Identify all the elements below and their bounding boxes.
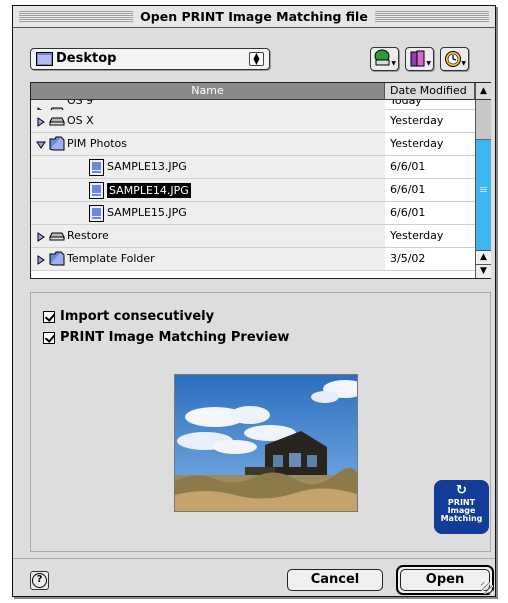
column-header-date[interactable]: Date Modified — [385, 83, 475, 100]
folder-icon — [49, 251, 65, 269]
file-row[interactable]: SAMPLE15.JPG 6/6/01 — [31, 202, 475, 225]
file-name: SAMPLE14.JPG — [107, 183, 191, 198]
cancel-button[interactable]: Cancel — [287, 569, 383, 591]
scroll-grip-icon — [480, 187, 487, 193]
desktop-icon — [36, 52, 53, 66]
scroll-down-button[interactable]: ▼ — [476, 264, 491, 278]
file-name: OS 9 — [67, 100, 94, 107]
scroll-thumb[interactable] — [476, 140, 491, 250]
file-row[interactable]: Restore Yesterday — [31, 225, 475, 248]
file-row[interactable]: PIM Photos Yesterday — [31, 133, 475, 156]
file-row[interactable]: OS X Yesterday — [31, 110, 475, 133]
pim-preview-label[interactable]: PRINT Image Matching Preview — [60, 330, 289, 345]
pim-swirl-icon: ↻ — [456, 483, 467, 498]
vertical-scrollbar[interactable]: ▲ ▼ — [475, 100, 491, 278]
location-popup[interactable]: Desktop ▲ ▼ — [30, 48, 270, 70]
pim-logo-line3: Matching — [440, 514, 483, 523]
image-preview — [174, 374, 358, 512]
disclosure-triangle-closed-icon[interactable] — [36, 116, 46, 127]
name-cell[interactable]: SAMPLE13.JPG — [31, 156, 385, 178]
sort-direction-button[interactable]: ▲ — [475, 83, 491, 100]
resize-grip-icon[interactable] — [481, 582, 493, 594]
column-headers: Name Date Modified — [31, 83, 475, 100]
disclosure-triangle-closed-icon[interactable] — [36, 231, 46, 242]
file-list: OS 9 Today OS X Yesterday PIM Photos Yesterda… — [31, 100, 475, 278]
file-name: OS X — [67, 114, 94, 127]
scroll-up-button[interactable]: ▲ — [476, 250, 491, 264]
name-cell[interactable]: SAMPLE14.JPG — [31, 179, 385, 201]
import-consecutively-label[interactable]: Import consecutively — [60, 309, 214, 324]
file-name: SAMPLE15.JPG — [107, 206, 187, 219]
options-panel: Import consecutively PRINT Image Matchin… — [30, 292, 491, 552]
disk-icon — [49, 228, 65, 245]
disclosure-triangle-closed-icon[interactable] — [36, 254, 46, 265]
disk-icon — [49, 113, 65, 130]
column-header-name[interactable]: Name — [31, 83, 385, 100]
dialog-title: Open PRINT Image Matching file — [133, 8, 375, 25]
help-button[interactable]: ? — [30, 571, 49, 590]
open-button-label: Open — [400, 569, 490, 591]
disk-icon — [49, 103, 65, 110]
import-consecutively-checkbox[interactable] — [43, 310, 55, 323]
import-consecutively-row[interactable]: Import consecutively — [43, 309, 214, 324]
date-modified-cell: 6/6/01 — [390, 183, 426, 196]
name-cell[interactable]: Restore — [31, 225, 385, 247]
file-icon — [89, 159, 104, 179]
name-cell[interactable]: PIM Photos — [31, 133, 385, 155]
file-browser[interactable]: Name Date Modified ▲ OS 9 Today OS X Yester… — [30, 82, 491, 279]
bottom-separator — [13, 558, 495, 559]
date-modified-cell: Yesterday — [390, 114, 444, 127]
shortcuts-button[interactable]: ▼ — [370, 47, 399, 71]
file-name: Restore — [67, 229, 109, 242]
location-label: Desktop — [56, 51, 117, 66]
scroll-track-upper[interactable] — [476, 100, 491, 140]
open-button[interactable]: Open — [396, 565, 494, 595]
date-modified-cell: 6/6/01 — [390, 206, 426, 219]
preview-photo — [175, 375, 357, 511]
file-row[interactable]: OS 9 Today — [31, 100, 475, 110]
pim-preview-row[interactable]: PRINT Image Matching Preview — [43, 330, 289, 345]
name-cell[interactable]: SAMPLE15.JPG — [31, 202, 385, 224]
date-modified-cell: Today — [390, 100, 422, 107]
name-cell[interactable]: OS X — [31, 110, 385, 132]
pim-logo: ↻ PRINT Image Matching — [434, 480, 489, 534]
file-name: Template Folder — [67, 252, 155, 265]
disclosure-triangle-open-icon[interactable] — [36, 139, 46, 149]
chevron-down-icon: ▼ — [461, 60, 466, 67]
date-modified-cell: Yesterday — [390, 137, 444, 150]
open-file-dialog: Open PRINT Image Matching file Desktop ▲… — [12, 5, 496, 597]
pim-preview-checkbox[interactable] — [43, 331, 55, 344]
chevron-down-icon: ▼ — [426, 60, 431, 67]
title-bar[interactable]: Open PRINT Image Matching file — [13, 6, 495, 28]
file-name: PIM Photos — [67, 137, 127, 150]
file-row[interactable]: SAMPLE14.JPG 6/6/01 — [31, 179, 475, 202]
file-row[interactable]: Template Folder 3/5/02 — [31, 248, 475, 271]
favorites-button[interactable]: ▼ — [405, 47, 434, 71]
popup-arrows-icon: ▲ ▼ — [249, 52, 264, 66]
date-modified-cell: 3/5/02 — [390, 252, 426, 265]
name-cell[interactable]: Template Folder — [31, 248, 385, 270]
folder-icon — [49, 136, 65, 154]
help-icon: ? — [32, 573, 47, 588]
file-row[interactable]: SAMPLE13.JPG 6/6/01 — [31, 156, 475, 179]
file-icon — [89, 205, 104, 225]
date-modified-cell: 6/6/01 — [390, 160, 426, 173]
recent-button[interactable]: ▼ — [440, 47, 469, 71]
file-icon — [89, 182, 104, 202]
name-cell[interactable]: OS 9 — [31, 100, 385, 110]
date-modified-cell: Yesterday — [390, 229, 444, 242]
chevron-down-icon: ▼ — [391, 60, 396, 67]
file-name: SAMPLE13.JPG — [107, 160, 187, 173]
